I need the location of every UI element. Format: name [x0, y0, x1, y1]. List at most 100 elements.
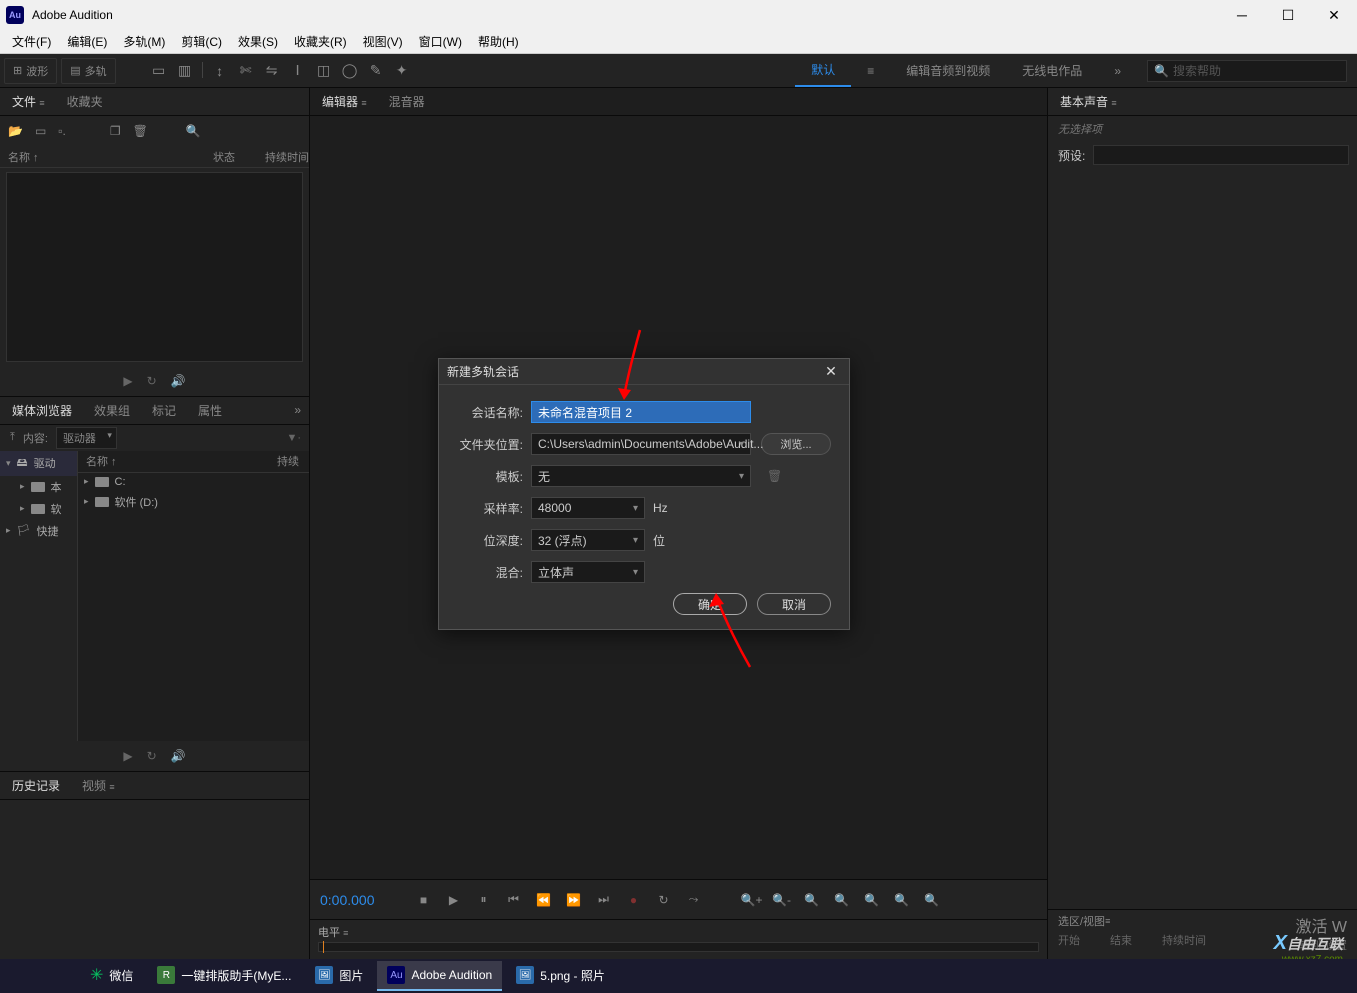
pause-button[interactable]: ⏸	[473, 889, 495, 911]
tree-shortcuts[interactable]: ▸🏳快捷	[0, 520, 77, 542]
marquee-icon[interactable]: ◫	[315, 62, 333, 80]
open-file-icon[interactable]: 📂	[8, 124, 23, 138]
close-button[interactable]: ✕	[1311, 0, 1357, 30]
move-tool-icon[interactable]: ↕	[211, 62, 229, 80]
rewind-button[interactable]: ⏪	[533, 889, 555, 911]
spectral-icon[interactable]: ▥	[176, 62, 194, 80]
zoom-in-v-icon[interactable]: 🔍	[861, 889, 883, 911]
play-button[interactable]: ▶	[443, 889, 465, 911]
search-files-icon[interactable]: 🔍	[186, 124, 201, 138]
skip-button[interactable]: ⤳	[683, 889, 705, 911]
col-status[interactable]: 状态	[213, 149, 235, 165]
dialog-close-button[interactable]: ✕	[821, 363, 841, 380]
media-up-icon[interactable]: ⤒	[10, 431, 15, 444]
content-dropdown[interactable]: 驱动器 ▾	[56, 427, 117, 449]
menu-effects[interactable]: 效果(S)	[230, 30, 286, 53]
media-col-name[interactable]: 名称 ↑	[86, 453, 117, 469]
delete-template-icon[interactable]: 🗑	[767, 469, 782, 483]
slip-tool-icon[interactable]: ⇋	[263, 62, 281, 80]
samplerate-dropdown[interactable]: 48000	[531, 497, 645, 519]
media-col-duration[interactable]: 持续	[277, 453, 299, 469]
zoom-in-icon[interactable]: 🔍+	[741, 889, 763, 911]
media-auto-icon[interactable]: 🔊	[171, 749, 186, 763]
spot-heal-icon[interactable]: ✦	[393, 62, 411, 80]
tab-editor[interactable]: 编辑器 ≡	[318, 89, 371, 114]
menu-view[interactable]: 视图(V)	[355, 30, 411, 53]
minimize-button[interactable]: ─	[1219, 0, 1265, 30]
filter-icon[interactable]: ▼·	[286, 432, 301, 444]
zoom-sel-icon[interactable]: 🔍	[831, 889, 853, 911]
prev-button[interactable]: ⏮	[503, 889, 525, 911]
next-button[interactable]: ⏭	[593, 889, 615, 911]
menu-clip[interactable]: 剪辑(C)	[173, 30, 230, 53]
play-icon[interactable]: ▶	[123, 374, 132, 388]
col-duration[interactable]: 持续时间	[265, 149, 309, 165]
time-select-icon[interactable]: Ⅰ	[289, 62, 307, 80]
brush-icon[interactable]: ✎	[367, 62, 385, 80]
tab-properties[interactable]: 属性	[194, 398, 226, 423]
dialog-titlebar[interactable]: 新建多轨会话 ✕	[439, 359, 849, 385]
menu-file[interactable]: 文件(F)	[4, 30, 59, 53]
zoom-out-icon[interactable]: 🔍-	[771, 889, 793, 911]
cancel-button[interactable]: 取消	[757, 593, 831, 615]
insert-icon[interactable]: ❐	[110, 124, 121, 138]
tab-favorites[interactable]: 收藏夹	[63, 89, 107, 114]
ok-button[interactable]: 确定	[673, 593, 747, 615]
tab-mixer[interactable]: 混音器	[385, 89, 429, 114]
bitdepth-dropdown[interactable]: 32 (浮点)	[531, 529, 645, 551]
level-label[interactable]: 电平 ≡	[318, 924, 1039, 940]
tree-drive-d[interactable]: ▸软	[0, 498, 77, 520]
session-name-input[interactable]	[531, 401, 751, 423]
mix-dropdown[interactable]: 立体声	[531, 561, 645, 583]
menu-multitrack[interactable]: 多轨(M)	[115, 30, 173, 53]
taskbar-wechat[interactable]: ✳ 微信	[80, 961, 143, 991]
taskbar-pictures[interactable]: 🖼 图片	[305, 961, 373, 991]
menu-edit[interactable]: 编辑(E)	[59, 30, 115, 53]
workspace-radio[interactable]: 无线电作品	[1006, 54, 1098, 87]
browse-button[interactable]: 浏览...	[761, 433, 831, 455]
delete-icon[interactable]: 🗑	[133, 124, 148, 138]
tab-files[interactable]: 文件 ≡	[8, 89, 49, 114]
selview-title[interactable]: 选区/视图	[1058, 913, 1105, 929]
col-name[interactable]: 名称 ↑	[8, 149, 39, 165]
stop-button[interactable]: ■	[413, 889, 435, 911]
taskbar-typeset[interactable]: R 一键排版助手(MyE...	[147, 961, 301, 991]
workspace-edit-audio[interactable]: 编辑音频到视频	[890, 54, 1006, 87]
tab-video[interactable]: 视频 ≡	[78, 773, 119, 798]
media-loop-icon[interactable]: ↻	[147, 749, 157, 763]
workspace-more[interactable]: »	[1098, 54, 1137, 87]
taskbar-photo[interactable]: 🖼 5.png - 照片	[506, 961, 615, 991]
loop-button[interactable]: ↻	[653, 889, 675, 911]
tab-markers[interactable]: 标记	[148, 398, 180, 423]
tab-history[interactable]: 历史记录	[8, 773, 64, 798]
timecode[interactable]: 0:00.000	[320, 892, 375, 908]
template-dropdown[interactable]: 无	[531, 465, 751, 487]
files-list[interactable]	[6, 172, 303, 362]
forward-button[interactable]: ⏩	[563, 889, 585, 911]
loop-icon[interactable]: ↻	[147, 374, 157, 388]
file-more-icon[interactable]: ▫.	[58, 124, 66, 138]
zoom-full-icon[interactable]: 🔍	[801, 889, 823, 911]
tab-effects-rack[interactable]: 效果组	[90, 398, 134, 423]
multitrack-tab[interactable]: ▤多轨	[61, 58, 115, 84]
lasso-icon[interactable]: ◯	[341, 62, 359, 80]
content-drive-c[interactable]: ▸C:	[78, 473, 309, 491]
waveform-tab[interactable]: ⊞波形	[4, 58, 57, 84]
menu-help[interactable]: 帮助(H)	[470, 30, 527, 53]
menu-window[interactable]: 窗口(W)	[411, 30, 470, 53]
content-drive-d[interactable]: ▸软件 (D:)	[78, 491, 309, 513]
zoom-out-v-icon[interactable]: 🔍	[891, 889, 913, 911]
zoom-reset-icon[interactable]: 🔍	[921, 889, 943, 911]
media-play-icon[interactable]: ▶	[123, 749, 132, 763]
tree-drives[interactable]: ▾🖴驱动	[0, 451, 77, 476]
hud-icon[interactable]: ▭	[150, 62, 168, 80]
media-more[interactable]: »	[294, 403, 301, 417]
maximize-button[interactable]: ☐	[1265, 0, 1311, 30]
search-help-input[interactable]: 🔍 搜索帮助	[1147, 60, 1347, 82]
new-file-icon[interactable]: ▭	[35, 124, 46, 138]
preset-dropdown[interactable]	[1093, 145, 1349, 165]
tree-drive-c[interactable]: ▸本	[0, 476, 77, 498]
folder-dropdown[interactable]: C:\Users\admin\Documents\Adobe\Audit...	[531, 433, 751, 455]
auto-play-icon[interactable]: 🔊	[171, 374, 186, 388]
menu-favorites[interactable]: 收藏夹(R)	[286, 30, 355, 53]
